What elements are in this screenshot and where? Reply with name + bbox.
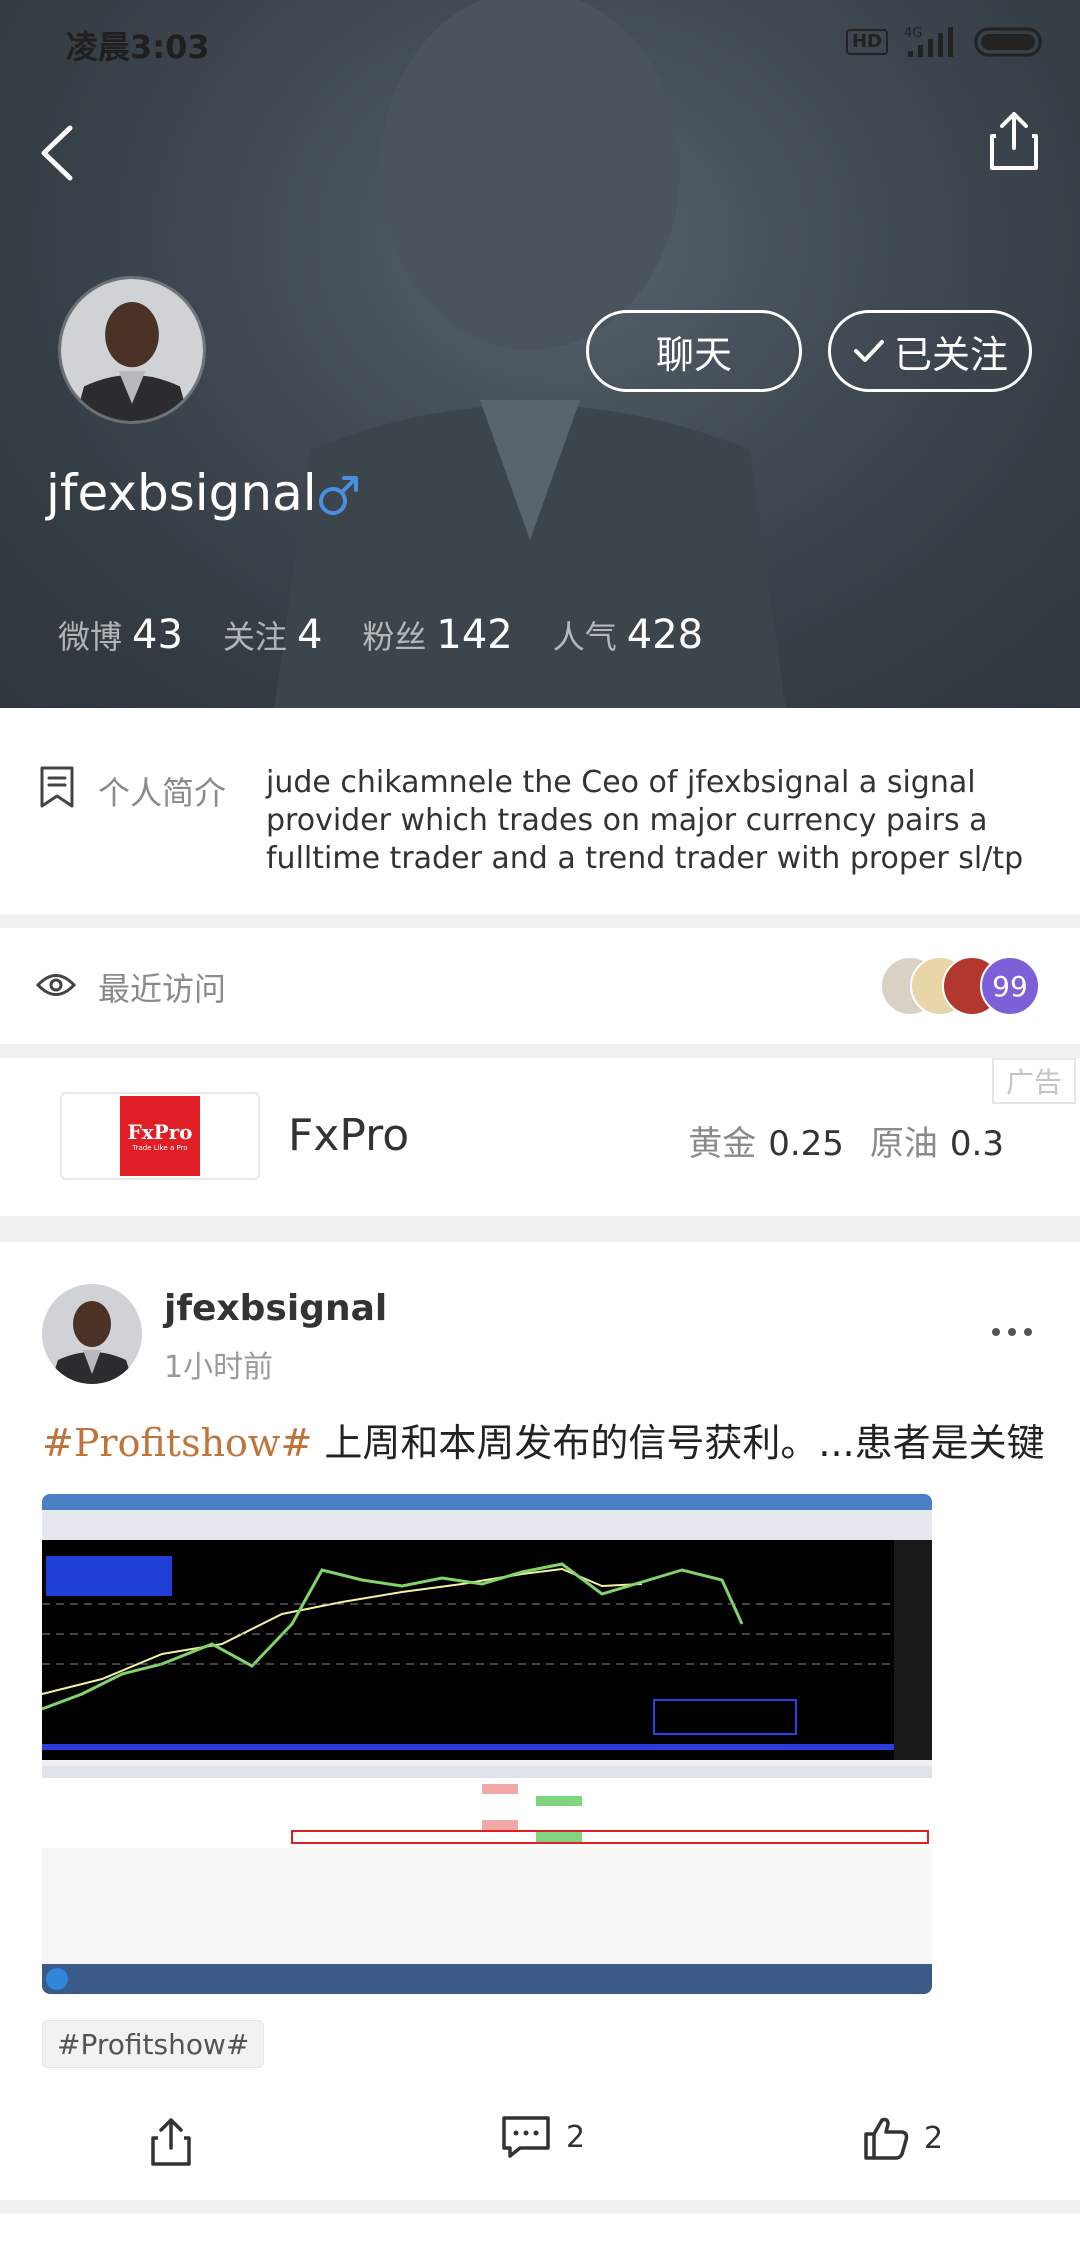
like-button[interactable]: 2 xyxy=(862,2114,943,2162)
post-actions: 2 2 xyxy=(0,2098,1080,2188)
svg-text:4G: 4G xyxy=(904,26,922,41)
check-icon xyxy=(853,340,884,362)
bookmark-icon xyxy=(40,766,74,808)
profile-header: 凌晨3:03 HD 4G 聊天 已关注 jfexbsignal 微博 43 关注… xyxy=(0,0,1080,708)
ad-brand-name: FxPro xyxy=(288,1110,410,1161)
status-icons: HD 4G xyxy=(845,22,1046,62)
stat-value: 4 xyxy=(296,612,323,658)
comment-count: 2 xyxy=(566,2119,586,2155)
stat-posts[interactable]: 微博 43 xyxy=(58,612,183,658)
post-author-name[interactable]: jfexbsignal xyxy=(164,1288,387,1329)
visitor-avatars: 99 xyxy=(880,956,1040,1016)
comment-button[interactable]: 2 xyxy=(500,2114,585,2160)
stat-label: 人气 xyxy=(552,618,617,656)
eye-icon xyxy=(36,974,76,996)
follow-label: 已关注 xyxy=(893,332,1008,377)
trading-terminal-screenshot xyxy=(42,1494,932,1994)
quote-label: 原油 xyxy=(869,1124,938,1164)
stat-followers[interactable]: 粉丝 142 xyxy=(362,612,512,658)
ad-quotes: 黄金 0.25 原油 0.3 xyxy=(688,1116,1018,1165)
bio-section: 个人简介 jude chikamnele the Ceo of jfexbsig… xyxy=(0,708,1080,914)
stat-label: 粉丝 xyxy=(362,618,427,656)
profile-username: jfexbsignal xyxy=(46,464,317,522)
stat-following[interactable]: 关注 4 xyxy=(223,612,322,658)
comment-icon xyxy=(502,2116,550,2158)
ad-banner[interactable]: 广告 FxPro Trade Like a Pro FxPro 黄金 0.25 … xyxy=(0,1058,1080,1216)
profile-stats: 微博 43 关注 4 粉丝 142 人气 428 xyxy=(58,612,703,658)
ad-logo-name: FxPro xyxy=(127,1120,193,1144)
bio-label: 个人简介 xyxy=(98,774,227,812)
stat-value: 142 xyxy=(436,612,513,658)
topic-chip[interactable]: #Profitshow# xyxy=(42,2020,265,2068)
share-button[interactable] xyxy=(148,2114,194,2168)
post-hashtag[interactable]: #Profitshow# xyxy=(42,1421,312,1465)
post-card[interactable]: jfexbsignal 1小时前 #Profitshow# 上周和本周发布的信号… xyxy=(0,1242,1080,2200)
avatar-image xyxy=(42,1284,142,1384)
stat-label: 微博 xyxy=(58,618,123,656)
follow-button[interactable]: 已关注 xyxy=(828,310,1032,392)
stat-popularity: 人气 428 xyxy=(553,612,703,658)
post-timestamp: 1小时前 xyxy=(164,1350,274,1385)
avatar-image xyxy=(61,279,203,421)
male-icon xyxy=(319,476,358,515)
like-count: 2 xyxy=(924,2120,944,2156)
share-icon xyxy=(151,2118,191,2166)
fxpro-logo: FxPro Trade Like a Pro xyxy=(120,1096,200,1176)
post-author-avatar[interactable] xyxy=(42,1284,142,1384)
post-text[interactable]: #Profitshow# 上周和本周发布的信号获利。...患者是关键 xyxy=(42,1412,1052,1467)
hd-icon: HD xyxy=(845,29,888,55)
thumbs-up-icon xyxy=(864,2117,909,2160)
ad-logo-box: FxPro Trade Like a Pro xyxy=(60,1092,260,1180)
ad-logo-tagline: Trade Like a Pro xyxy=(132,1144,188,1152)
stat-value: 43 xyxy=(132,612,183,658)
next-card-edge xyxy=(0,2214,1080,2244)
back-icon[interactable] xyxy=(30,118,90,188)
visitor-count-badge: 99 xyxy=(980,956,1040,1016)
chat-button[interactable]: 聊天 xyxy=(586,310,802,392)
battery-icon xyxy=(974,27,1042,57)
ad-tag: 广告 xyxy=(992,1058,1076,1104)
recent-visits[interactable]: 最近访问 99 xyxy=(0,928,1080,1044)
post-image[interactable] xyxy=(42,1494,932,1994)
post-body: 上周和本周发布的信号获利。...患者是关键 xyxy=(312,1421,1045,1465)
share-icon[interactable] xyxy=(984,106,1044,176)
status-time: 凌晨3:03 xyxy=(66,28,210,66)
visits-label: 最近访问 xyxy=(98,970,227,1008)
avatar[interactable] xyxy=(58,276,206,424)
quote-label: 黄金 xyxy=(688,1124,757,1164)
signal-icon: 4G xyxy=(904,26,953,57)
bio-text: jude chikamnele the Ceo of jfexbsignal a… xyxy=(266,765,1024,876)
quote-value: 0.25 xyxy=(768,1124,844,1164)
quote-value: 0.3 xyxy=(949,1124,1004,1164)
more-options-icon[interactable] xyxy=(992,1324,1032,1340)
stat-label: 关注 xyxy=(222,618,287,656)
stat-value: 428 xyxy=(626,612,704,658)
